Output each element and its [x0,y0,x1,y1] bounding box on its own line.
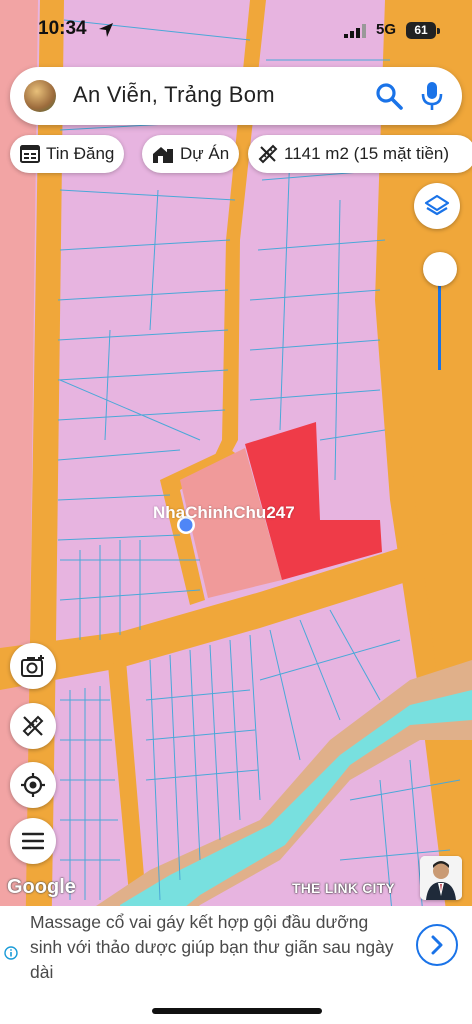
menu-icon [22,832,44,850]
my-location-button[interactable] [10,762,56,808]
signal-icon [344,24,366,38]
layers-button[interactable] [414,183,460,229]
search-bar[interactable]: An Viễn, Trảng Bom [10,67,462,125]
measure-icon [258,144,278,164]
battery-icon: 61 [406,22,436,39]
home-indicator[interactable] [152,1008,322,1014]
measure-tool-button[interactable] [10,703,56,749]
ad-text[interactable]: Massage cổ vai gáy kết hợp gội đầu dưỡng… [30,910,400,985]
chevron-right-icon [431,935,443,955]
chip-tin-dang[interactable]: Tin Đăng [10,135,125,173]
info-icon[interactable] [4,946,18,960]
google-logo: Google [7,876,76,898]
layers-icon [424,194,450,216]
ad-open-button[interactable] [416,924,458,966]
brand-label: THE LINK CITY [292,880,395,896]
camera-button[interactable] [10,643,56,689]
ad-banner[interactable]: Massage cổ vai gáy kết hợp gội đầu dưỡng… [0,906,472,986]
battery-tip [437,28,440,34]
network-type: 5G [376,21,397,38]
chip-label: 1141 m2 (15 mặt tiền) [284,144,450,163]
chip-label: Tin Đăng [46,144,115,163]
profile-avatar[interactable] [24,80,56,112]
chip-du-an[interactable]: Dự Án [142,135,240,173]
search-query[interactable]: An Viễn, Trảng Bom [73,82,275,108]
my-location-icon [21,773,45,797]
bottom-safe-area [0,986,472,1024]
clock: 10:34 [38,18,87,39]
chip-label: Dự Án [180,144,230,163]
buildings-icon [153,147,173,163]
measure-tool-icon [22,715,44,737]
opacity-slider-track[interactable] [438,272,441,370]
status-bar: 10:34 5G 61 [0,0,472,60]
search-icon[interactable] [374,81,404,111]
newspaper-icon [20,145,40,163]
agent-avatar[interactable] [420,856,462,900]
microphone-icon[interactable] [420,80,444,112]
menu-button[interactable] [10,818,56,864]
location-arrow-icon [99,23,113,37]
watermark: NhaChinhChu247 [153,503,295,522]
chip-measurement[interactable]: 1141 m2 (15 mặt tiền) [248,135,472,173]
agent-photo-icon [420,856,462,900]
opacity-slider-knob[interactable] [423,252,457,286]
camera-icon [21,655,44,677]
